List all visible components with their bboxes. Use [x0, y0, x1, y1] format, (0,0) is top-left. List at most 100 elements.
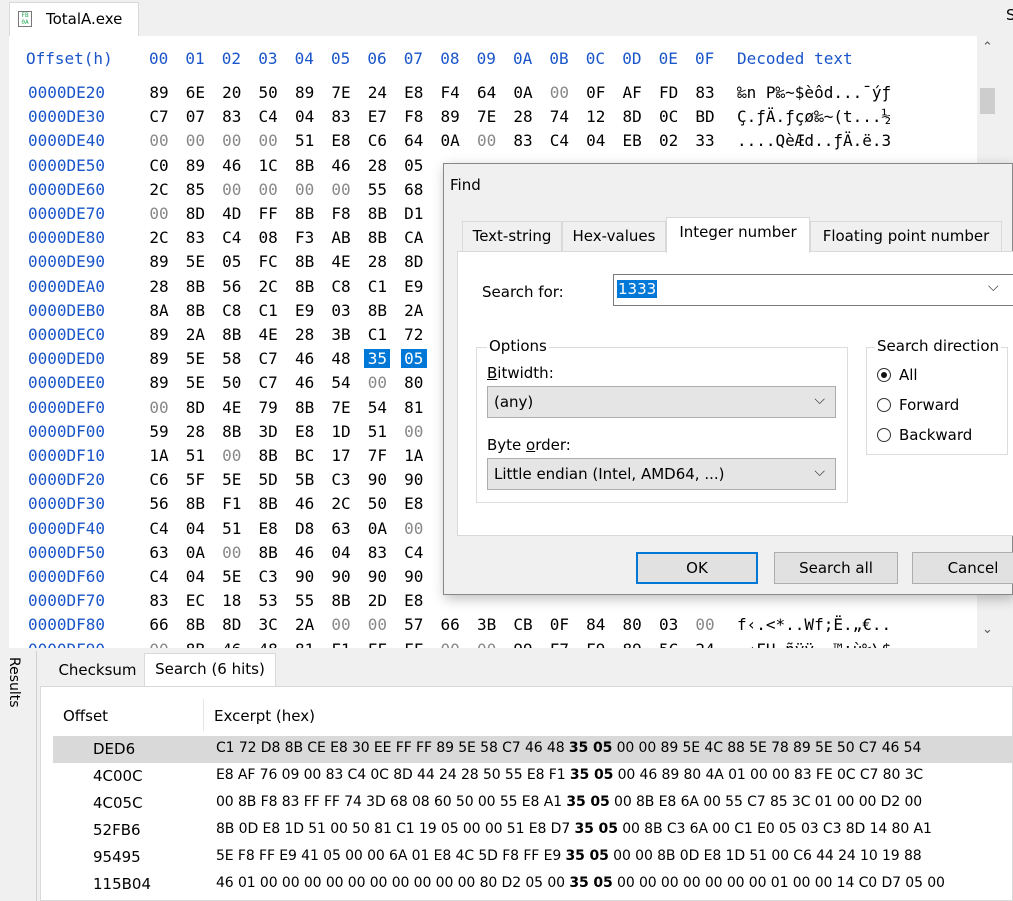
hex-byte[interactable]: D8	[292, 519, 318, 538]
hex-byte[interactable]: 8B	[364, 301, 390, 320]
decoded-text[interactable]: f‹.<*..Wf;Ë.„€..	[737, 615, 891, 634]
hex-byte[interactable]: AF	[619, 83, 645, 102]
hex-byte[interactable]: 00	[401, 422, 427, 441]
hex-byte[interactable]: E8	[401, 591, 427, 610]
hex-byte[interactable]: FF	[255, 204, 281, 223]
hex-byte[interactable]: C1	[364, 325, 390, 344]
search-result-row[interactable]: 52FB6 8B 0D E8 1D 51 00 50 81 C1 19 05 00…	[53, 817, 1013, 844]
hex-byte[interactable]: 6E	[182, 83, 208, 102]
hex-byte[interactable]: 5C	[656, 640, 682, 648]
hex-byte[interactable]: 8D	[219, 615, 245, 634]
hex-byte[interactable]: 4E	[328, 252, 354, 271]
hex-byte[interactable]: 00	[292, 180, 318, 199]
hex-byte[interactable]: 7F	[364, 446, 390, 465]
search-result-row[interactable]: 4C00C E8 AF 76 09 00 83 C4 0C 8D 44 24 28…	[53, 763, 1013, 790]
hex-byte[interactable]: 8B	[182, 277, 208, 296]
hex-byte[interactable]: 8B	[182, 494, 208, 513]
hex-byte[interactable]: 8B	[364, 204, 390, 223]
hex-byte[interactable]: 05	[401, 156, 427, 175]
hex-byte[interactable]: 8B	[364, 228, 390, 247]
hex-byte[interactable]: 28	[364, 156, 390, 175]
hex-byte[interactable]: E8	[292, 422, 318, 441]
hex-byte[interactable]: FF	[364, 640, 390, 648]
hex-byte[interactable]: 8B	[328, 591, 354, 610]
scroll-up-arrow-icon[interactable]: ⌃	[977, 40, 998, 62]
hex-byte[interactable]: C4	[401, 543, 427, 562]
hex-byte[interactable]: 90	[401, 470, 427, 489]
hex-byte[interactable]: 28	[146, 277, 172, 296]
hex-byte[interactable]: 54	[328, 373, 354, 392]
hex-byte[interactable]: 59	[146, 422, 172, 441]
hex-byte[interactable]: 04	[583, 131, 609, 150]
search-result-row[interactable]: 115B04 46 01 00 00 00 00 00 00 00 00 00 0…	[53, 871, 1013, 898]
hex-byte[interactable]: C0	[146, 156, 172, 175]
hex-byte[interactable]: 80	[401, 373, 427, 392]
hex-byte[interactable]: 68	[401, 180, 427, 199]
hex-byte[interactable]: 00	[146, 131, 172, 150]
hex-byte[interactable]: 84	[583, 615, 609, 634]
hex-byte[interactable]: 5F	[182, 470, 208, 489]
hex-byte[interactable]: 03	[656, 615, 682, 634]
hex-byte[interactable]: 0A	[510, 83, 536, 102]
hex-byte[interactable]: 89	[146, 252, 172, 271]
hex-byte[interactable]: 1C	[255, 156, 281, 175]
hex-byte[interactable]: 64	[401, 131, 427, 150]
hex-byte[interactable]: 00	[255, 131, 281, 150]
hex-byte[interactable]: 80	[619, 615, 645, 634]
hex-byte[interactable]: C8	[219, 301, 245, 320]
hex-byte[interactable]: C1	[255, 301, 281, 320]
hex-byte[interactable]: 00	[364, 615, 390, 634]
hex-byte[interactable]: 00	[219, 180, 245, 199]
hex-byte[interactable]: 63	[328, 519, 354, 538]
ok-button[interactable]: OK	[636, 552, 758, 584]
hex-byte[interactable]: C4	[546, 131, 572, 150]
hex-byte[interactable]: 8D	[182, 398, 208, 417]
hex-byte[interactable]: 00	[255, 180, 281, 199]
tab-text-string[interactable]: Text-string	[462, 221, 562, 251]
hex-byte[interactable]: 0F	[583, 83, 609, 102]
hex-byte[interactable]: C4	[146, 519, 172, 538]
hex-byte[interactable]: 51	[219, 519, 245, 538]
hex-byte[interactable]: 46	[292, 494, 318, 513]
hex-byte[interactable]: 12	[583, 107, 609, 126]
hex-byte[interactable]: 89	[182, 156, 208, 175]
search-for-combobox[interactable]: 1333 ⌵	[613, 274, 1013, 306]
hex-byte[interactable]: F1	[328, 640, 354, 648]
hex-byte[interactable]: 03	[328, 301, 354, 320]
hex-byte[interactable]: 89	[146, 325, 172, 344]
hex-byte[interactable]: 63	[146, 543, 172, 562]
search-result-row[interactable]: 95495 5E F8 FF E9 41 05 00 00 6A 01 E8 4C…	[53, 844, 1013, 871]
hex-byte[interactable]: 56	[146, 494, 172, 513]
hex-byte[interactable]: 8B	[182, 640, 208, 648]
hex-byte[interactable]: 55	[292, 591, 318, 610]
hex-byte[interactable]: 58	[219, 349, 245, 368]
hex-byte[interactable]: 04	[182, 567, 208, 586]
decoded-text[interactable]: .‹FH.ñÿÿ..™÷ù‰\$	[737, 640, 891, 648]
results-side-tab[interactable]: Results	[0, 651, 37, 901]
hex-byte[interactable]: 79	[255, 398, 281, 417]
hex-byte[interactable]: 20	[219, 83, 245, 102]
hex-byte[interactable]: 4E	[255, 325, 281, 344]
cancel-button[interactable]: Cancel	[912, 552, 1013, 584]
hex-byte[interactable]: 00	[328, 180, 354, 199]
hex-byte[interactable]: 1A	[146, 446, 172, 465]
hex-byte[interactable]: C4	[255, 107, 281, 126]
hex-byte[interactable]: 90	[364, 470, 390, 489]
hex-byte[interactable]: 83	[219, 107, 245, 126]
decoded-text[interactable]: ‰n P‰~$èôd...¯ýƒ	[737, 83, 891, 102]
hex-byte[interactable]: F1	[219, 494, 245, 513]
hex-byte[interactable]: 89	[292, 83, 318, 102]
hex-byte[interactable]: 90	[328, 567, 354, 586]
hex-byte[interactable]: 04	[182, 519, 208, 538]
hex-byte[interactable]: 00	[692, 615, 718, 634]
hex-byte[interactable]: 81	[401, 398, 427, 417]
tab-checksum[interactable]: Checksum	[46, 655, 149, 685]
hex-byte[interactable]: C3	[328, 470, 354, 489]
hex-byte[interactable]: 8B	[292, 277, 318, 296]
hex-byte[interactable]: 66	[146, 615, 172, 634]
bitwidth-select[interactable]: (any) ⌵	[487, 386, 836, 418]
hex-byte[interactable]: 56	[219, 277, 245, 296]
hex-byte[interactable]: F4	[437, 83, 463, 102]
hex-byte[interactable]: 90	[401, 567, 427, 586]
hex-byte[interactable]: 00	[219, 543, 245, 562]
